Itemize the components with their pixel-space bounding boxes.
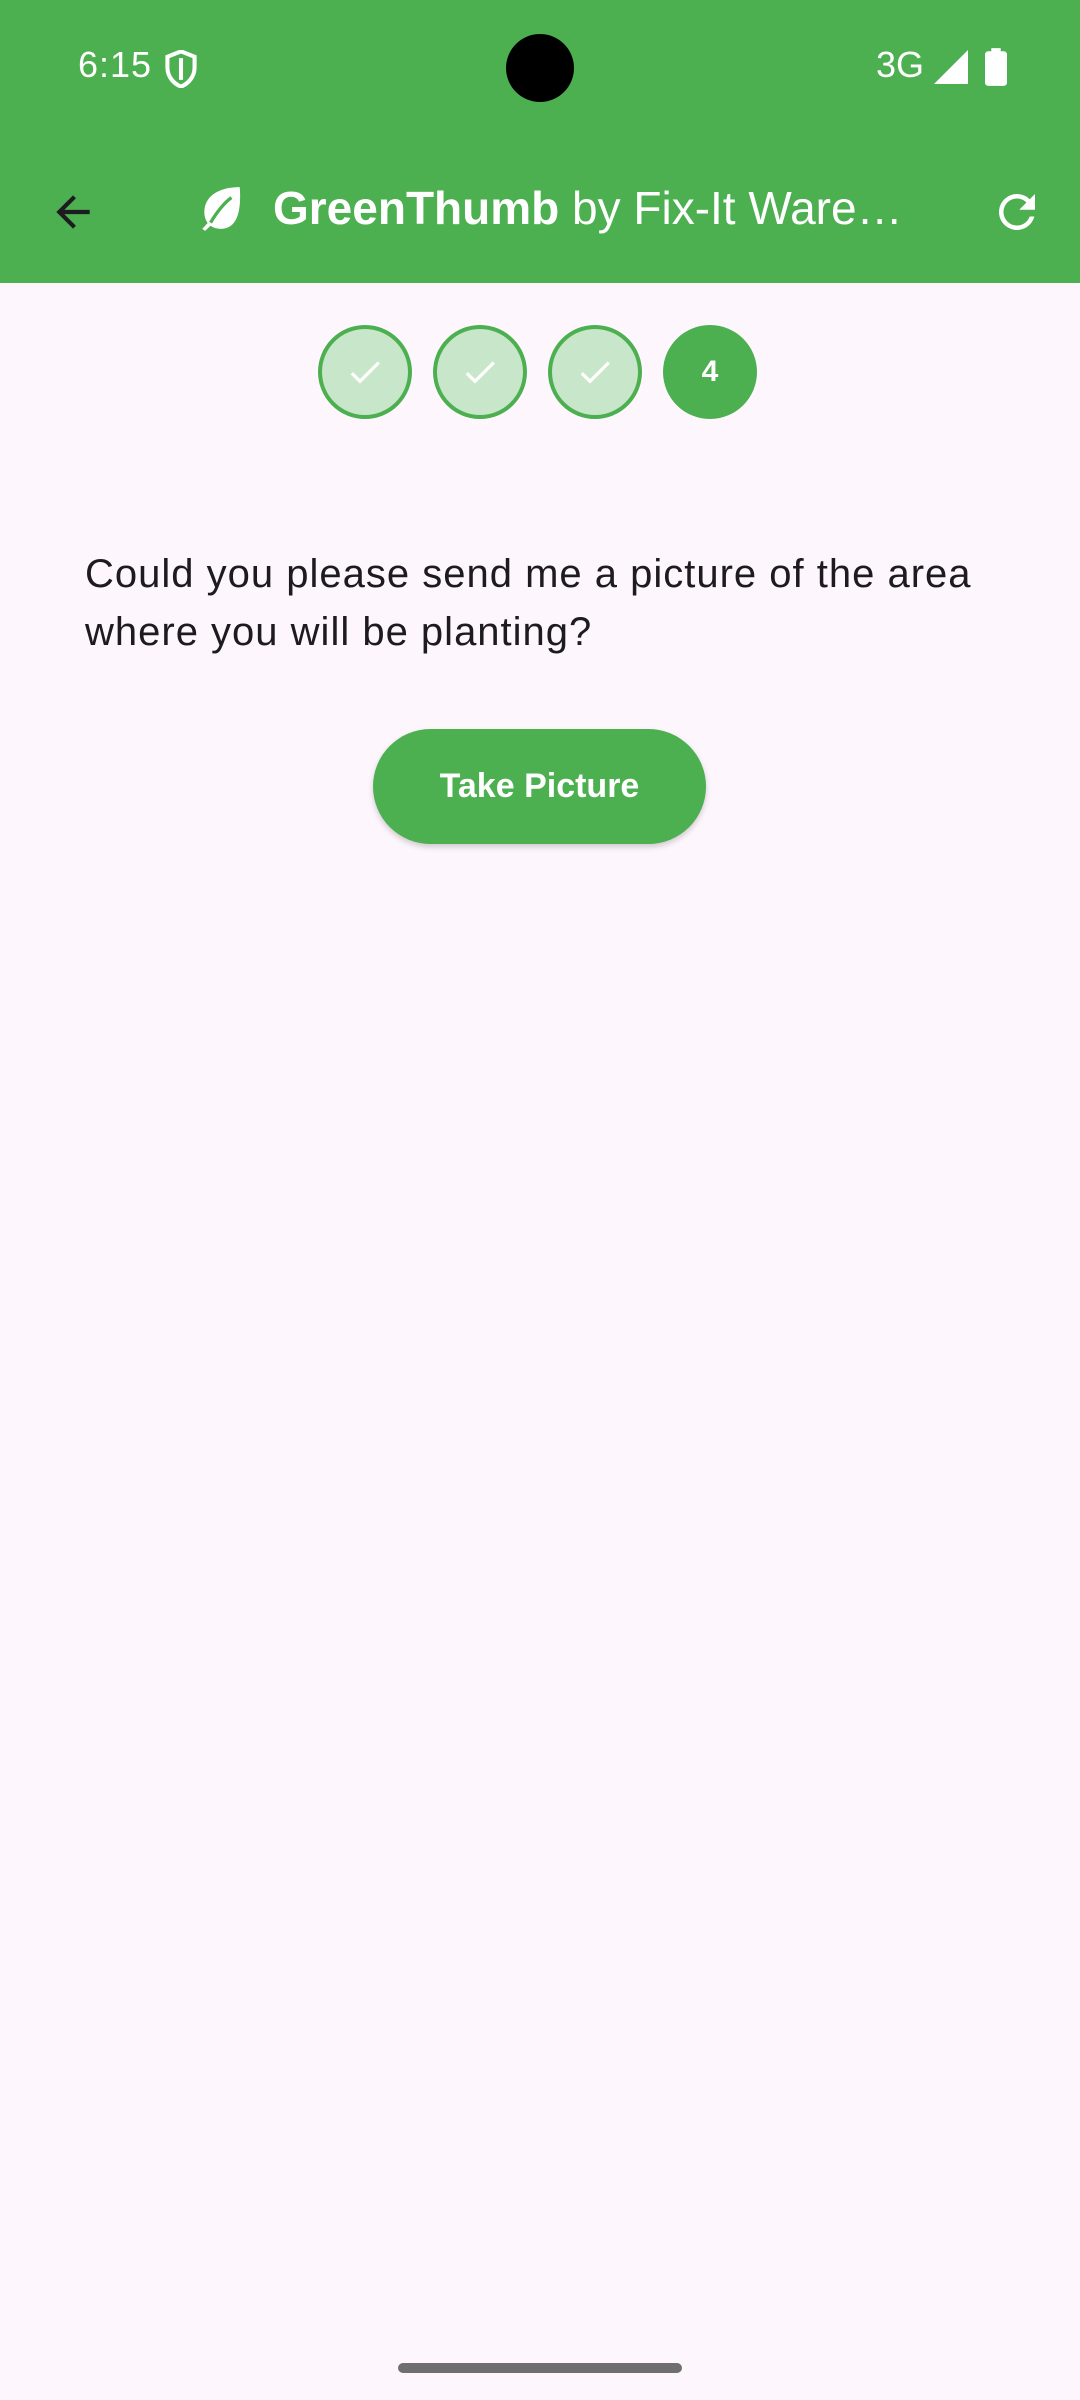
app-title: GreenThumb by Fix-It Warehouse [273, 181, 913, 235]
step-3-complete [548, 325, 642, 419]
leaf-icon [202, 187, 241, 231]
app-bar: GreenThumb by Fix-It Warehouse [0, 135, 1080, 283]
status-bar: 6:15 3G [0, 0, 1080, 135]
app-title-brand: GreenThumb [273, 182, 560, 234]
check-icon [465, 361, 495, 384]
check-icon [350, 361, 380, 384]
step-indicator: 4 [318, 325, 757, 419]
step-2-complete [433, 325, 527, 419]
arrow-back-icon [56, 195, 90, 229]
take-picture-button[interactable]: Take Picture [373, 729, 706, 844]
status-time: 6:15 [78, 44, 153, 85]
camera-cutout [506, 34, 574, 102]
back-button[interactable] [40, 179, 106, 245]
refresh-icon [998, 193, 1035, 230]
signal-icon [934, 50, 968, 84]
home-indicator[interactable] [398, 2363, 682, 2373]
shield-icon [165, 50, 197, 88]
question-text: Could you please send me a picture of th… [85, 552, 972, 654]
refresh-button[interactable] [984, 179, 1050, 245]
step-1-complete [318, 325, 412, 419]
check-icon [580, 361, 610, 384]
network-type: 3G [876, 44, 925, 85]
step-4-current: 4 [663, 325, 757, 419]
battery-icon [985, 48, 1007, 86]
app-title-subtitle: by Fix-It Warehouse [572, 182, 913, 234]
